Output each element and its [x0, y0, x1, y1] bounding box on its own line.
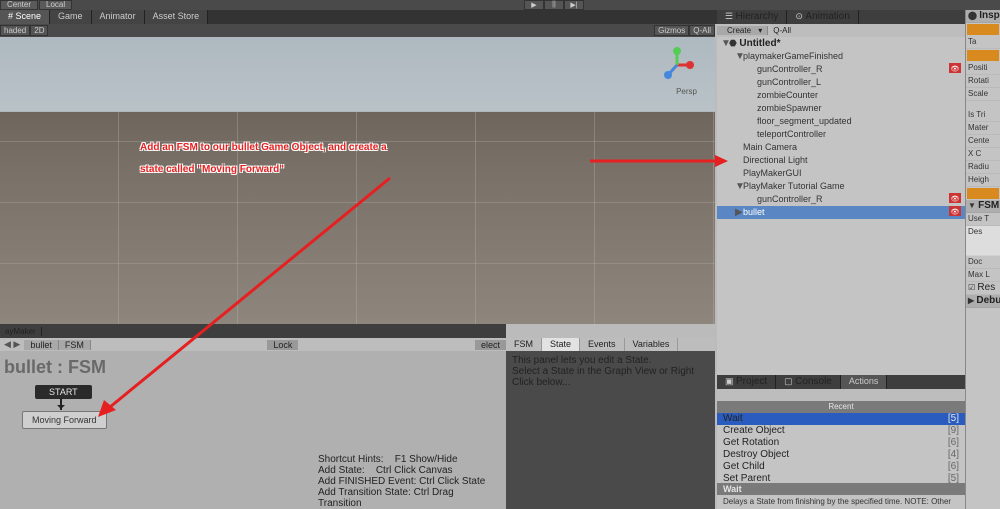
play-controls: ▶ || ▶| — [524, 0, 584, 10]
action-row[interactable]: Get Child[6] — [717, 461, 965, 473]
actions-recent-header: Recent — [717, 401, 965, 413]
hierarchy-search[interactable]: Q-All — [768, 26, 796, 35]
actions-toolbar — [717, 389, 965, 401]
action-row[interactable]: Create Object[9] — [717, 425, 965, 437]
position-row[interactable]: Positi — [966, 62, 1000, 75]
component-icon — [967, 188, 999, 199]
radius-row[interactable]: Radiu — [966, 161, 1000, 174]
state-hint: This panel lets you edit a State.Select … — [506, 351, 715, 392]
rotation-row[interactable]: Rotati — [966, 75, 1000, 88]
select-button[interactable]: elect — [475, 340, 506, 350]
center-x-row[interactable]: X C — [966, 148, 1000, 161]
center-row[interactable]: Cente — [966, 135, 1000, 148]
graph-title: bullet : FSM — [4, 357, 106, 378]
playmaker-breadcrumb: ◀ ▶ bullet FSM Lock elect — [0, 338, 506, 351]
hierarchy-item[interactable]: teleportController — [717, 128, 965, 141]
scene-control-bar: haded 2D Gizmos Q-All — [0, 24, 715, 37]
hierarchy-toolbar: Create ▾ Q-All — [717, 24, 965, 37]
play-button[interactable]: ▶ — [524, 0, 544, 10]
debug-header[interactable]: ▶ Debu — [966, 295, 1000, 308]
tag-row[interactable]: Ta — [966, 36, 1000, 49]
action-row[interactable]: Destroy Object[4] — [717, 449, 965, 461]
hierarchy-item[interactable]: ▶bullet👁 — [717, 206, 965, 219]
pivot-center-toggle[interactable]: Center — [0, 0, 38, 10]
hierarchy-tabs: ☰ Hierarchy ⊙ Animation — [717, 10, 965, 24]
reset-row[interactable]: ☑ Res — [966, 282, 1000, 295]
hierarchy-item[interactable]: Directional Light — [717, 154, 965, 167]
fsm-component-header[interactable]: ▼ FSM — [966, 200, 1000, 213]
hierarchy-item[interactable]: gunController_L — [717, 76, 965, 89]
scene-viewport[interactable]: Persp — [0, 37, 715, 324]
hierarchy-item[interactable]: gunController_R👁 — [717, 193, 965, 206]
use-template-row[interactable]: Use T — [966, 213, 1000, 226]
hierarchy-item[interactable]: zombieCounter — [717, 89, 965, 102]
tab-animator[interactable]: Animator — [92, 10, 145, 24]
space-local-toggle[interactable]: Local — [39, 0, 72, 10]
hierarchy-item[interactable]: zombieSpawner — [717, 102, 965, 115]
projection-label[interactable]: Persp — [676, 87, 697, 96]
is-trigger-row[interactable]: Is Tri — [966, 109, 1000, 122]
playmaker-tab-label: ayMaker — [0, 327, 42, 336]
playmaker-panel-tab: ayMaker — [0, 324, 506, 338]
start-node[interactable]: START — [35, 385, 92, 399]
create-dropdown[interactable]: Create ▾ — [717, 26, 768, 35]
tab-animation[interactable]: ⊙ Animation — [787, 10, 859, 24]
state-editor-panel[interactable]: This panel lets you edit a State.Select … — [506, 351, 715, 509]
tab-asset-store[interactable]: Asset Store — [145, 10, 209, 24]
pause-button[interactable]: || — [544, 0, 564, 10]
inspector-tab[interactable]: ⬤ Insp — [966, 10, 1000, 23]
hierarchy-item[interactable]: Main Camera — [717, 141, 965, 154]
tab-fsm[interactable]: FSM — [506, 338, 542, 351]
hierarchy-tree[interactable]: ▼⬣ Untitled* ▼playmakerGameFinishedgunCo… — [717, 37, 965, 375]
tab-game[interactable]: Game — [50, 10, 92, 24]
lock-toggle[interactable]: Lock — [267, 340, 298, 350]
hierarchy-item[interactable]: PlayMakerGUI — [717, 167, 965, 180]
transform-toolbar: Center Local — [0, 0, 1000, 10]
tab-events[interactable]: Events — [580, 338, 625, 351]
mode-2d-toggle[interactable]: 2D — [30, 25, 48, 36]
description-field[interactable]: Des — [966, 226, 1000, 256]
transform-icon — [967, 50, 999, 61]
hierarchy-item[interactable]: ▼playmakerGameFinished — [717, 50, 965, 63]
transition-arrow — [60, 398, 62, 410]
state-moving-forward[interactable]: Moving Forward — [22, 411, 107, 429]
tab-actions[interactable]: Actions — [841, 375, 888, 389]
step-button[interactable]: ▶| — [564, 0, 584, 10]
height-row[interactable]: Heigh — [966, 174, 1000, 187]
tab-state[interactable]: State — [542, 338, 580, 351]
tab-variables[interactable]: Variables — [625, 338, 679, 351]
scale-row[interactable]: Scale — [966, 88, 1000, 101]
tab-console[interactable]: ▢ Console — [776, 375, 841, 389]
shortcut-hints: Shortcut Hints: F1 Show/Hide Add State: … — [318, 454, 498, 509]
action-row[interactable]: Get Rotation[6] — [717, 437, 965, 449]
action-detail-title: Wait — [717, 483, 965, 495]
tab-project[interactable]: ▣ Project — [717, 375, 776, 389]
tab-scene[interactable]: # Scene — [0, 10, 50, 24]
scene-search[interactable]: Q-All — [689, 25, 715, 36]
shading-mode-dropdown[interactable]: haded — [0, 25, 30, 36]
material-row[interactable]: Mater — [966, 122, 1000, 135]
scene-root[interactable]: ▼⬣ Untitled* — [717, 37, 965, 50]
gameobject-icon — [967, 24, 999, 35]
action-detail-desc: Delays a State from finishing by the spe… — [717, 495, 965, 509]
fsm-inspector-tabs: FSM State Events Variables — [506, 338, 715, 351]
hierarchy-item[interactable]: ▼PlayMaker Tutorial Game — [717, 180, 965, 193]
docs-row[interactable]: Doc — [966, 256, 1000, 269]
breadcrumb-fsm[interactable]: FSM — [59, 340, 91, 350]
bottom-panel-tabs: ▣ Project ▢ Console Actions — [717, 375, 965, 389]
fsm-graph-canvas[interactable]: bullet : FSM START Moving Forward Shortc… — [0, 351, 506, 509]
gizmos-dropdown[interactable]: Gizmos — [654, 25, 689, 36]
inspector-panel[interactable]: ⬤ Insp Ta Positi Rotati Scale Is Tri Mat… — [965, 10, 1000, 509]
action-row[interactable]: Wait[5] — [717, 413, 965, 425]
hierarchy-item[interactable]: gunController_R👁 — [717, 63, 965, 76]
orientation-gizmo[interactable] — [657, 45, 697, 87]
tab-hierarchy[interactable]: ☰ Hierarchy — [717, 10, 787, 24]
breadcrumb-gameobject[interactable]: bullet — [24, 340, 59, 350]
annotation-text: Add an FSM to our bullet Game Object, an… — [140, 136, 387, 180]
max-loop-row[interactable]: Max L — [966, 269, 1000, 282]
hierarchy-item[interactable]: floor_segment_updated — [717, 115, 965, 128]
